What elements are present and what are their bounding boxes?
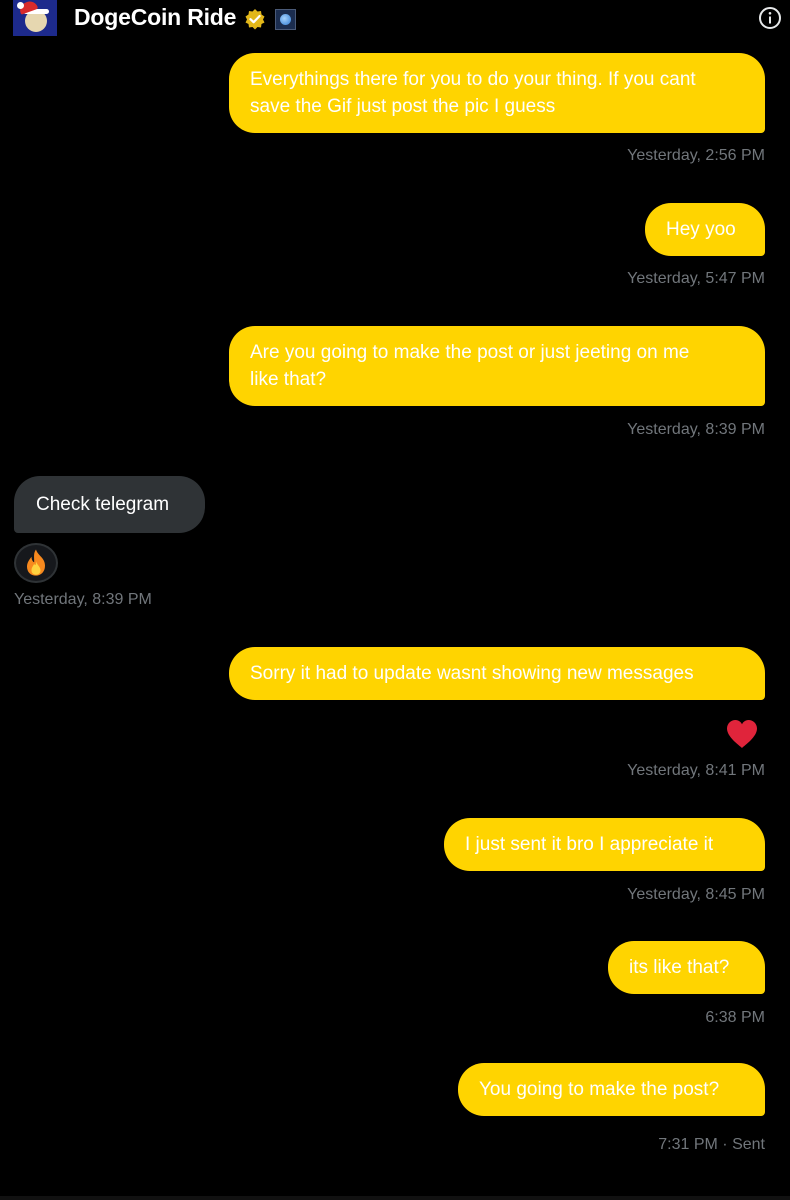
message-bubble-outgoing[interactable]: Sorry it had to update wasnt showing new… — [229, 647, 765, 700]
message-timestamp: 7:31 PM — [658, 1136, 718, 1153]
message-timestamp: Yesterday, 8:45 PM — [627, 886, 765, 903]
dm-conversation: DogeCoin Ride Everythings there for you … — [0, 0, 790, 1200]
message-bubble-incoming[interactable]: Check telegram — [14, 476, 205, 533]
globe-icon — [280, 14, 291, 25]
heart-reaction-icon[interactable] — [725, 718, 759, 750]
message-bubble-outgoing[interactable]: I just sent it bro I appreciate it — [444, 818, 765, 871]
message-text-line: Check telegram — [36, 494, 170, 515]
reaction-badge[interactable] — [14, 543, 58, 583]
message-sent-status: Sent — [732, 1136, 765, 1153]
message-timestamp: Yesterday, 5:47 PM — [627, 270, 765, 287]
message-bubble-outgoing[interactable]: Hey yoo — [645, 203, 765, 256]
message-text-line: Are you going to make the post or just j… — [250, 342, 690, 363]
info-icon[interactable] — [758, 6, 782, 30]
message-timestamp: Yesterday, 8:39 PM — [14, 591, 152, 608]
message-status-line: 7:31 PM · Sent — [658, 1136, 765, 1154]
conversation-header: DogeCoin Ride — [0, 0, 790, 38]
message-bubble-outgoing[interactable]: Are you going to make the post or just j… — [229, 326, 765, 406]
conversation-title[interactable]: DogeCoin Ride — [74, 4, 236, 31]
bottom-divider — [0, 1196, 790, 1200]
message-text-line: save the Gif just post the pic I guess — [250, 96, 556, 117]
separator-dot: · — [722, 1136, 733, 1153]
message-text-line: Sorry it had to update wasnt showing new… — [250, 663, 694, 684]
message-bubble-outgoing[interactable]: Everythings there for you to do your thi… — [229, 53, 765, 133]
verified-badge-icon — [245, 9, 265, 30]
message-text-line: You going to make the post? — [479, 1079, 720, 1100]
message-text-line: Everythings there for you to do your thi… — [250, 69, 696, 90]
message-text-line: its like that? — [629, 957, 730, 978]
message-timestamp: Yesterday, 8:39 PM — [627, 421, 765, 438]
avatar-hat-pompom — [17, 2, 24, 9]
globe-affiliate-icon — [275, 9, 296, 30]
message-text-line: like that? — [250, 369, 327, 390]
message-text-line: Hey yoo — [666, 219, 736, 240]
message-timestamp: 6:38 PM — [705, 1009, 765, 1026]
message-text-line: I just sent it bro I appreciate it — [465, 834, 714, 855]
fire-emoji-icon — [27, 549, 45, 576]
message-timestamp: Yesterday, 8:41 PM — [627, 762, 765, 779]
avatar[interactable] — [13, 0, 57, 36]
message-bubble-outgoing[interactable]: its like that? — [608, 941, 765, 994]
message-timestamp: Yesterday, 2:56 PM — [627, 147, 765, 164]
message-bubble-outgoing[interactable]: You going to make the post? — [458, 1063, 765, 1116]
